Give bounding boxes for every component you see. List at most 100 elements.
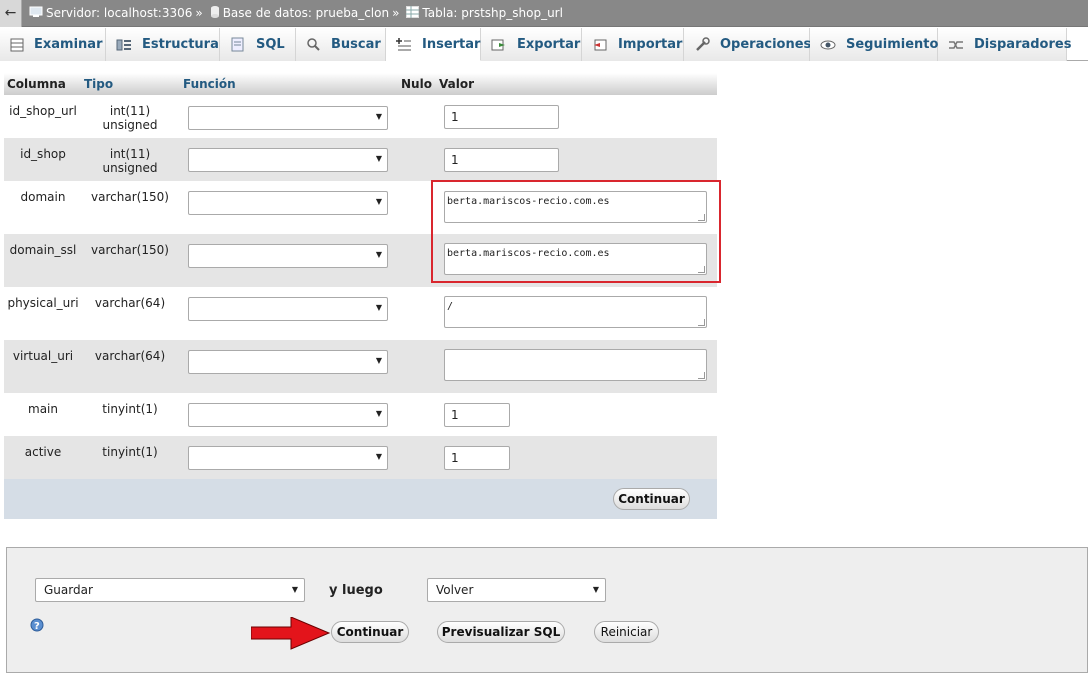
tab-importar[interactable]: Importar [582,28,684,61]
breadcrumb-database-label: Base de datos: prueba_clon [222,6,390,20]
value-input[interactable]: 1 [444,446,510,470]
action-select[interactable]: Guardar [35,578,305,602]
table-row: active tinyint(1) 1 [4,436,717,479]
column-type: varchar(150) [91,190,169,204]
tab-label: SQL [256,37,285,52]
search-icon [306,37,321,52]
function-select[interactable] [188,297,388,321]
header-nulo: Nulo [401,77,432,91]
tab-label: Estructura [142,37,219,52]
column-name: active [24,445,62,459]
tab-bar: Examinar Estructura SQL Buscar Insertar … [0,28,1088,61]
tab-label: Disparadores [974,37,1072,52]
tab-sql[interactable]: SQL [220,28,296,61]
tab-label: Insertar [422,36,481,52]
tab-exportar[interactable]: Exportar [481,28,582,61]
function-select[interactable] [188,403,388,427]
value-input[interactable]: 1 [444,105,559,129]
column-type: varchar(64) [94,349,166,363]
triggers-icon [948,39,964,51]
breadcrumb-separator: » [392,6,400,20]
import-icon [592,38,608,52]
tab-label: Seguimiento [846,37,939,52]
column-type: tinyint(1) [102,402,158,416]
header-funcion[interactable]: Función [183,77,236,91]
breadcrumb-table-label: Tabla: prstshp_shop_url [422,6,563,20]
breadcrumb-database[interactable]: Base de datos: prueba_clon » [210,5,400,21]
tab-label: Examinar [34,37,103,52]
table-row: id_shop_url int(11) unsigned 1 [4,95,717,138]
table-row: main tinyint(1) 1 [4,393,717,436]
column-name: id_shop [20,147,66,161]
tab-label: Buscar [331,37,381,52]
tab-seguimiento[interactable]: Seguimiento [810,28,938,61]
tab-estructura[interactable]: Estructura [106,28,220,61]
value-textarea[interactable]: / [444,296,707,328]
red-arrow-icon [251,617,331,650]
table-footer: Continuar [4,479,717,519]
table-continue-button[interactable]: Continuar [613,488,690,510]
function-select[interactable] [188,106,388,130]
column-type: int(11) unsigned [102,147,158,175]
function-select[interactable] [188,350,388,374]
function-select[interactable] [188,446,388,470]
value-input[interactable]: 1 [444,148,559,172]
column-name: virtual_uri [12,349,74,363]
then-label: y luego [329,583,383,598]
eye-icon [820,39,836,51]
function-select[interactable] [188,191,388,215]
column-name: physical_uri [7,296,79,310]
tab-insertar[interactable]: Insertar [386,28,481,61]
table-row: virtual_uri varchar(64) [4,340,717,393]
breadcrumb-separator: » [195,6,203,20]
column-type: varchar(150) [91,243,169,257]
insert-form-table: Columna Tipo Función Nulo Valor id_shop_… [4,73,717,519]
tab-buscar[interactable]: Buscar [296,28,386,61]
header-columna: Columna [7,77,66,91]
column-name: main [28,402,58,416]
header-tipo[interactable]: Tipo [84,77,113,91]
table-row: physical_uri varchar(64) / [4,287,717,340]
table-header-row: Columna Tipo Función Nulo Valor [4,73,717,95]
tab-label: Importar [618,37,683,52]
tab-disparadores[interactable]: Disparadores [938,28,1071,61]
tab-examinar[interactable]: Examinar [0,28,106,61]
column-name: domain_ssl [9,243,77,257]
after-insert-select[interactable]: Volver [427,578,606,602]
sql-icon [230,37,246,52]
breadcrumb: ← Servidor: localhost:3306 » Base de dat… [0,0,1088,27]
function-select[interactable] [188,244,388,268]
breadcrumb-server-label: Servidor: localhost:3306 [46,6,193,20]
value-input[interactable]: 1 [444,403,510,427]
column-type: tinyint(1) [102,445,158,459]
header-valor: Valor [439,77,475,91]
breadcrumb-table[interactable]: Tabla: prstshp_shop_url [406,5,563,21]
column-name: id_shop_url [9,104,77,118]
table-row: id_shop int(11) unsigned 1 [4,138,717,181]
help-icon[interactable]: ? [30,618,44,635]
structure-icon [116,38,132,52]
column-type: int(11) unsigned [102,104,158,132]
column-type: varchar(64) [94,296,166,310]
back-arrow-icon[interactable]: ← [0,0,22,27]
function-select[interactable] [188,148,388,172]
column-name: domain [20,190,66,204]
svg-text:?: ? [34,621,40,632]
server-icon [29,5,43,21]
insert-icon [396,37,412,52]
value-textarea[interactable] [444,349,707,381]
breadcrumb-server[interactable]: Servidor: localhost:3306 » [29,5,203,21]
continue-button[interactable]: Continuar [331,621,409,643]
export-icon [491,38,507,52]
highlight-box [431,180,721,283]
tab-operaciones[interactable]: Operaciones [684,28,812,61]
table-icon [406,5,420,21]
tab-label: Operaciones [720,37,812,52]
wrench-icon [694,36,710,53]
database-icon [210,5,220,21]
browse-icon [10,38,24,52]
preview-sql-button[interactable]: Previsualizar SQL [437,621,565,643]
submit-panel: Guardar y luego Volver ? Continuar Previ… [6,547,1088,673]
tab-label: Exportar [517,37,581,52]
reset-button[interactable]: Reiniciar [594,621,659,643]
